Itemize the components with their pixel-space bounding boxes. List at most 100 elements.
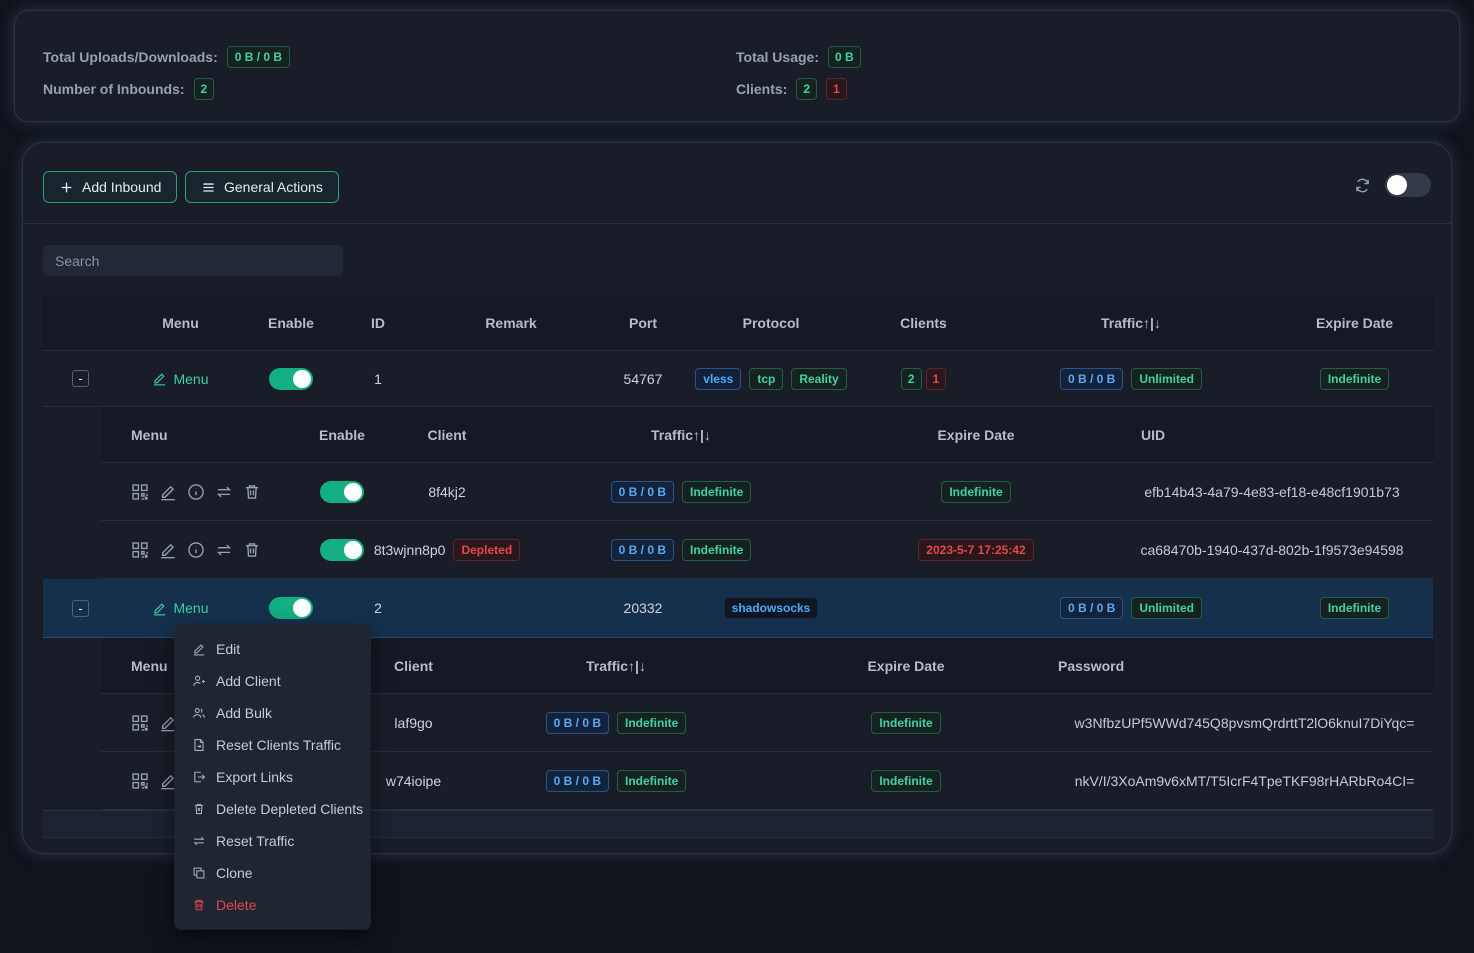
reset-icon[interactable] [215, 483, 233, 501]
menu-item-reset-traffic[interactable]: Reset Traffic [175, 825, 370, 857]
inbound-menu-button[interactable]: Menu [152, 600, 208, 616]
toggle-knob [344, 541, 362, 559]
general-actions-button[interactable]: General Actions [185, 171, 339, 203]
menu-item-edit[interactable]: Edit [175, 633, 370, 665]
bars-icon [201, 180, 216, 195]
qrcode-icon[interactable] [131, 541, 149, 559]
expire-badge: Indefinite [941, 481, 1010, 503]
reset-icon[interactable] [215, 541, 233, 559]
header-traffic[interactable]: Traffic↑|↓ [476, 658, 756, 674]
edit-icon[interactable] [159, 541, 177, 559]
delete-depleted-icon [192, 802, 206, 816]
stat-total-uploads-downloads: Total Uploads/Downloads: 0 B / 0 B [43, 46, 290, 68]
client-enable-toggle[interactable] [320, 481, 364, 503]
menu-item-delete[interactable]: Delete [175, 889, 370, 921]
toolbar-divider [23, 223, 1451, 224]
expire-badge: Indefinite [871, 712, 940, 734]
client-password: nkV/I/3XoAm9v6xMT/T5IcrF4TpeTKF98rHARbRo… [1056, 773, 1433, 789]
menu-item-label: Reset Clients Traffic [216, 737, 341, 753]
qrcode-icon[interactable] [131, 483, 149, 501]
expire-badge: Indefinite [871, 770, 940, 792]
edit-icon [152, 601, 167, 616]
collapse-row-button[interactable]: - [72, 600, 89, 617]
traffic-limit-badge: Indefinite [682, 481, 751, 503]
header-menu: Menu [118, 315, 243, 331]
info-icon[interactable] [187, 483, 205, 501]
general-actions-label: General Actions [224, 179, 323, 195]
toggle-knob [293, 599, 311, 617]
traffic-badge: 0 B / 0 B [611, 481, 674, 503]
stat-clients: Clients: 2 1 [736, 78, 847, 100]
inbound-port: 54767 [605, 371, 681, 387]
stat-number-of-inbounds: Number of Inbounds: 2 [43, 78, 214, 100]
client-name: 8f4kj2 [373, 484, 521, 500]
toolbar-right [1354, 173, 1431, 197]
clients-active-badge: 2 [901, 368, 922, 390]
menu-item-label: Delete [216, 897, 256, 913]
client-table-header-row: Menu Enable Client Traffic↑|↓ Expire Dat… [101, 407, 1433, 463]
header-expire-date: Expire Date [756, 658, 1056, 674]
refresh-icon[interactable] [1354, 177, 1371, 194]
traffic-limit-badge: Indefinite [617, 770, 686, 792]
inbound-id: 2 [339, 600, 417, 616]
inbounds-page: Total Uploads/Downloads: 0 B / 0 B Numbe… [0, 0, 1474, 953]
menu-item-label: Add Bulk [216, 705, 272, 721]
inbound-menu-button[interactable]: Menu [152, 371, 208, 387]
inbound-row-1: - Menu 1 54767 vless [43, 351, 1433, 407]
add-inbound-button[interactable]: Add Inbound [43, 171, 177, 203]
trash-icon [192, 898, 206, 912]
sync-icon [192, 834, 206, 848]
protocol-tag: shadowsocks [724, 597, 819, 619]
stat-value-badge: 0 B [828, 46, 861, 68]
inbound-enable-toggle[interactable] [269, 597, 313, 619]
menu-item-label: Edit [216, 641, 240, 657]
header-clients: Clients [861, 315, 986, 331]
network-tag: tcp [749, 368, 783, 390]
clients-depleted-badge: 1 [826, 78, 847, 100]
traffic-limit-badge: Unlimited [1131, 368, 1202, 390]
inbound-menu-label: Menu [173, 371, 208, 387]
menu-item-add-bulk[interactable]: Add Bulk [175, 697, 370, 729]
trash-icon[interactable] [243, 541, 261, 559]
menu-item-clone[interactable]: Clone [175, 857, 370, 889]
search-input[interactable] [43, 245, 343, 276]
trash-icon[interactable] [243, 483, 261, 501]
header-enable: Enable [243, 315, 339, 331]
users-icon [192, 706, 206, 720]
edit-icon[interactable] [159, 483, 177, 501]
menu-item-add-client[interactable]: Add Client [175, 665, 370, 697]
inbound-port: 20332 [605, 600, 681, 616]
header-enable: Enable [311, 427, 373, 443]
depleted-badge: Depleted [453, 539, 520, 561]
security-tag: Reality [791, 368, 846, 390]
traffic-limit-badge: Indefinite [617, 712, 686, 734]
copy-icon [192, 866, 206, 880]
menu-item-delete-depleted-clients[interactable]: Delete Depleted Clients [175, 793, 370, 825]
stat-label: Clients: [736, 81, 787, 97]
inbound-menu-dropdown: Edit Add Client Add Bulk Reset Clients T… [175, 625, 370, 929]
stat-label: Total Usage: [736, 49, 819, 65]
stat-total-usage: Total Usage: 0 B [736, 46, 861, 68]
qrcode-icon[interactable] [131, 772, 149, 790]
header-traffic[interactable]: Traffic↑|↓ [986, 315, 1276, 331]
menu-item-label: Delete Depleted Clients [216, 801, 363, 817]
header-expire-date: Expire Date [1276, 315, 1433, 331]
menu-item-export-links[interactable]: Export Links [175, 761, 370, 793]
header-password: Password [1056, 658, 1433, 674]
header-port: Port [605, 315, 681, 331]
info-icon[interactable] [187, 541, 205, 559]
menu-item-label: Reset Traffic [216, 833, 294, 849]
menu-item-reset-clients-traffic[interactable]: Reset Clients Traffic [175, 729, 370, 761]
add-inbound-label: Add Inbound [82, 179, 161, 195]
collapse-row-button[interactable]: - [72, 370, 89, 387]
depleted-filter-toggle[interactable] [1385, 173, 1431, 197]
client-enable-toggle[interactable] [320, 539, 364, 561]
user-add-icon [192, 674, 206, 688]
inbound-enable-toggle[interactable] [269, 368, 313, 390]
stat-label: Total Uploads/Downloads: [43, 49, 218, 65]
clients-active-badge: 2 [796, 78, 817, 100]
client-uid: efb14b43-4a79-4e83-ef18-e48cf1901b73 [1111, 484, 1433, 500]
qrcode-icon[interactable] [131, 714, 149, 732]
header-traffic[interactable]: Traffic↑|↓ [521, 427, 841, 443]
header-remark: Remark [417, 315, 605, 331]
